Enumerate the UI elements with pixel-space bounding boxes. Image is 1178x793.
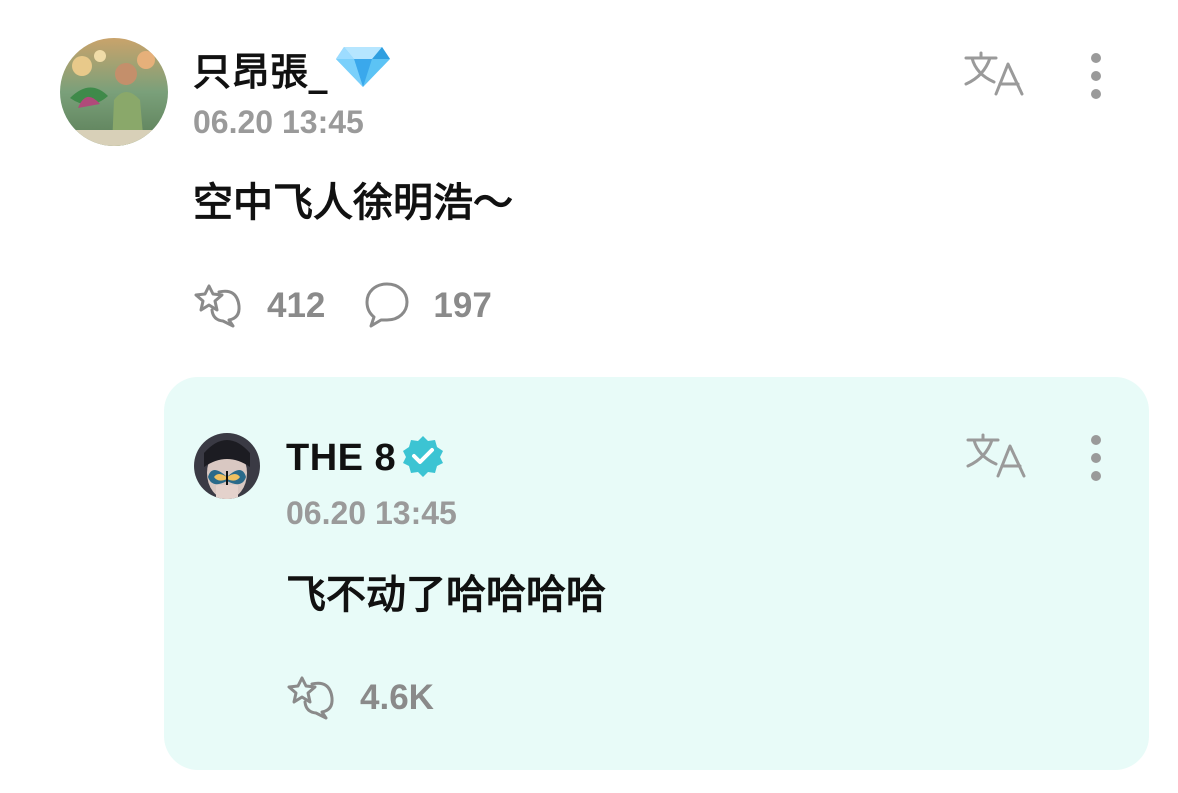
reply-like-count: 4.6K xyxy=(360,678,434,717)
diamond-icon xyxy=(334,43,392,93)
comment-button[interactable]: 197 xyxy=(363,280,492,332)
more-options-icon[interactable] xyxy=(1086,432,1106,488)
author-name[interactable]: 只昂張_ xyxy=(193,41,328,96)
translate-icon[interactable] xyxy=(962,50,1026,102)
reply-author-avatar[interactable] xyxy=(194,433,260,499)
comment-icon xyxy=(363,280,411,332)
more-options-icon[interactable] xyxy=(1086,50,1106,106)
author-row: 只昂張_ xyxy=(193,42,392,94)
like-button[interactable]: 412 xyxy=(193,280,325,332)
verified-icon xyxy=(400,433,446,483)
comment-count: 197 xyxy=(433,286,492,325)
reply-actions: 4.6K xyxy=(286,673,472,723)
reply-author-row: THE 8 xyxy=(286,433,446,483)
post-actions: 412 197 xyxy=(193,281,530,331)
reply-text: 飞不动了哈哈哈哈 xyxy=(286,572,606,618)
reply-timestamp: 06.20 13:45 xyxy=(286,495,457,531)
translate-icon[interactable] xyxy=(964,432,1028,484)
reply-card: THE 8 06.20 13:45 飞不动了哈哈哈哈 4.6K xyxy=(164,377,1149,770)
post-text: 空中飞人徐明浩～ xyxy=(193,180,513,226)
reply-like-button[interactable]: 4.6K xyxy=(286,672,434,724)
reply-author-name[interactable]: THE 8 xyxy=(286,437,396,480)
like-icon xyxy=(193,280,245,332)
post: 只昂張_ 06.20 13:45 空中飞人徐明浩～ 412 197 xyxy=(0,0,1178,370)
like-count: 412 xyxy=(267,286,326,325)
post-timestamp: 06.20 13:45 xyxy=(193,104,364,140)
like-icon xyxy=(286,672,338,724)
author-avatar[interactable] xyxy=(60,38,168,146)
